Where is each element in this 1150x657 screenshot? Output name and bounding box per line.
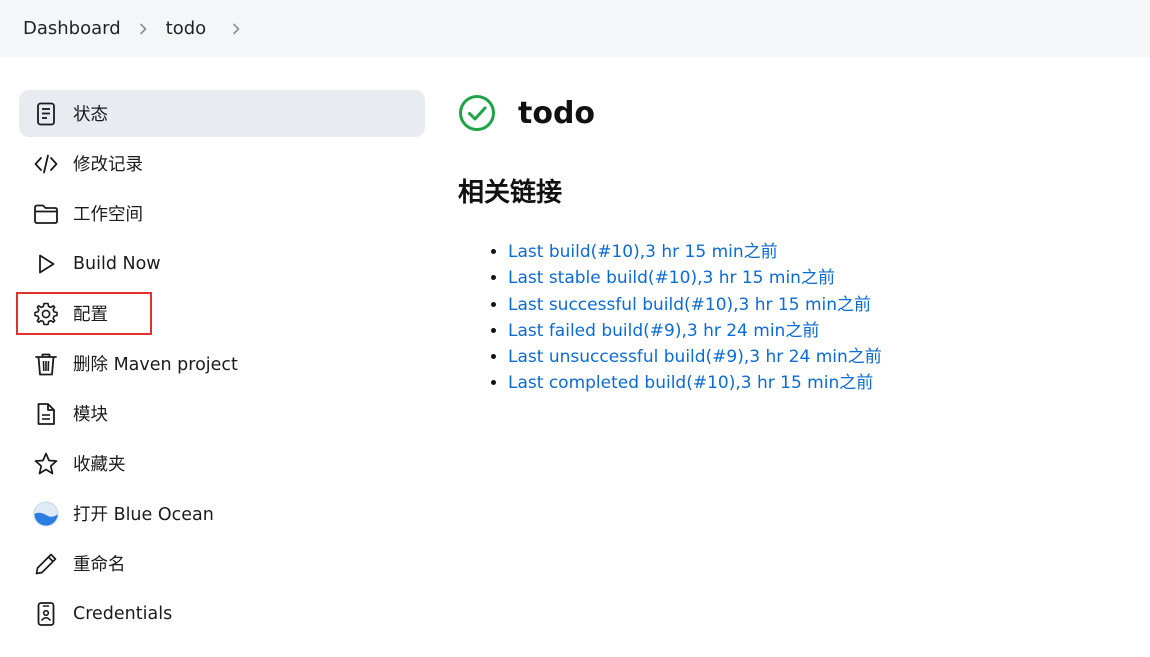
- sidebar-item-favorites[interactable]: 收藏夹: [19, 440, 425, 487]
- sidebar-item-label: 工作空间: [73, 205, 143, 225]
- sidebar-item-build-now[interactable]: Build Now: [19, 240, 425, 287]
- sidebar-item-label: 删除 Maven project: [73, 355, 238, 375]
- play-icon: [33, 251, 59, 277]
- sidebar-item-label: 打开 Blue Ocean: [73, 505, 214, 525]
- last-build-link[interactable]: Last build(#10),3 hr 15 min之前: [508, 242, 778, 262]
- section-title: 相关链接: [458, 178, 563, 208]
- sidebar-item-label: 收藏夹: [73, 455, 126, 475]
- sidebar-item-rename[interactable]: 重命名: [19, 540, 425, 587]
- list-item: Last stable build(#10),3 hr 15 min之前: [508, 265, 1138, 291]
- sidebar-item-label: Build Now: [73, 253, 161, 274]
- breadcrumb-todo[interactable]: todo: [166, 18, 207, 39]
- sidebar-item-workspace[interactable]: 工作空间: [19, 190, 425, 237]
- chevron-right-icon[interactable]: [121, 19, 166, 39]
- last-failed-build-link[interactable]: Last failed build(#9),3 hr 24 min之前: [508, 321, 819, 341]
- sidebar-item-blue-ocean[interactable]: 打开 Blue Ocean: [19, 490, 425, 537]
- sidebar-item-label: Credentials: [73, 603, 173, 624]
- main-content: todo 相关链接 Last build(#10),3 hr 15 min之前 …: [458, 90, 1138, 397]
- sidebar-item-delete[interactable]: 删除 Maven project: [19, 340, 425, 387]
- file-icon: [33, 401, 59, 427]
- sidebar-item-label: 配置: [73, 305, 108, 325]
- success-check-icon: [458, 94, 496, 132]
- list-item: Last unsuccessful build(#9),3 hr 24 min之…: [508, 344, 1138, 370]
- credentials-icon: [33, 601, 59, 627]
- list-item: Last build(#10),3 hr 15 min之前: [508, 239, 1138, 265]
- sidebar-item-label: 修改记录: [73, 155, 143, 175]
- list-item: Last completed build(#10),3 hr 15 min之前: [508, 370, 1138, 396]
- sidebar-item-label: 状态: [73, 105, 108, 125]
- list-item: Last successful build(#10),3 hr 15 min之前: [508, 292, 1138, 318]
- permalinks-list: Last build(#10),3 hr 15 min之前 Last stabl…: [458, 239, 1138, 397]
- sidebar: 状态 修改记录 工作空间 Build Now 配置 删除 Maven proje…: [19, 90, 425, 640]
- last-stable-build-link[interactable]: Last stable build(#10),3 hr 15 min之前: [508, 268, 835, 288]
- sidebar-item-configure[interactable]: 配置: [19, 290, 425, 337]
- sidebar-item-status[interactable]: 状态: [19, 90, 425, 137]
- sidebar-item-label: 重命名: [73, 555, 126, 575]
- sidebar-item-modules[interactable]: 模块: [19, 390, 425, 437]
- chevron-right-icon[interactable]: [206, 19, 246, 39]
- star-icon: [33, 451, 59, 477]
- list-item: Last failed build(#9),3 hr 24 min之前: [508, 318, 1138, 344]
- breadcrumb-dashboard[interactable]: Dashboard: [23, 18, 121, 39]
- last-unsuccessful-build-link[interactable]: Last unsuccessful build(#9),3 hr 24 min之…: [508, 347, 882, 367]
- folder-icon: [33, 201, 59, 227]
- breadcrumb: Dashboard todo: [0, 0, 1150, 57]
- sidebar-item-credentials[interactable]: Credentials: [19, 590, 425, 637]
- page-title: todo: [518, 95, 596, 131]
- pencil-icon: [33, 551, 59, 577]
- last-completed-build-link[interactable]: Last completed build(#10),3 hr 15 min之前: [508, 373, 873, 393]
- blue-ocean-icon: [33, 501, 59, 527]
- gear-icon: [33, 301, 59, 327]
- trash-icon: [33, 351, 59, 377]
- last-successful-build-link[interactable]: Last successful build(#10),3 hr 15 min之前: [508, 295, 871, 315]
- sidebar-item-changes[interactable]: 修改记录: [19, 140, 425, 187]
- document-icon: [33, 101, 59, 127]
- title-row: todo: [458, 90, 1138, 136]
- sidebar-item-label: 模块: [73, 405, 108, 425]
- code-icon: [33, 151, 59, 177]
